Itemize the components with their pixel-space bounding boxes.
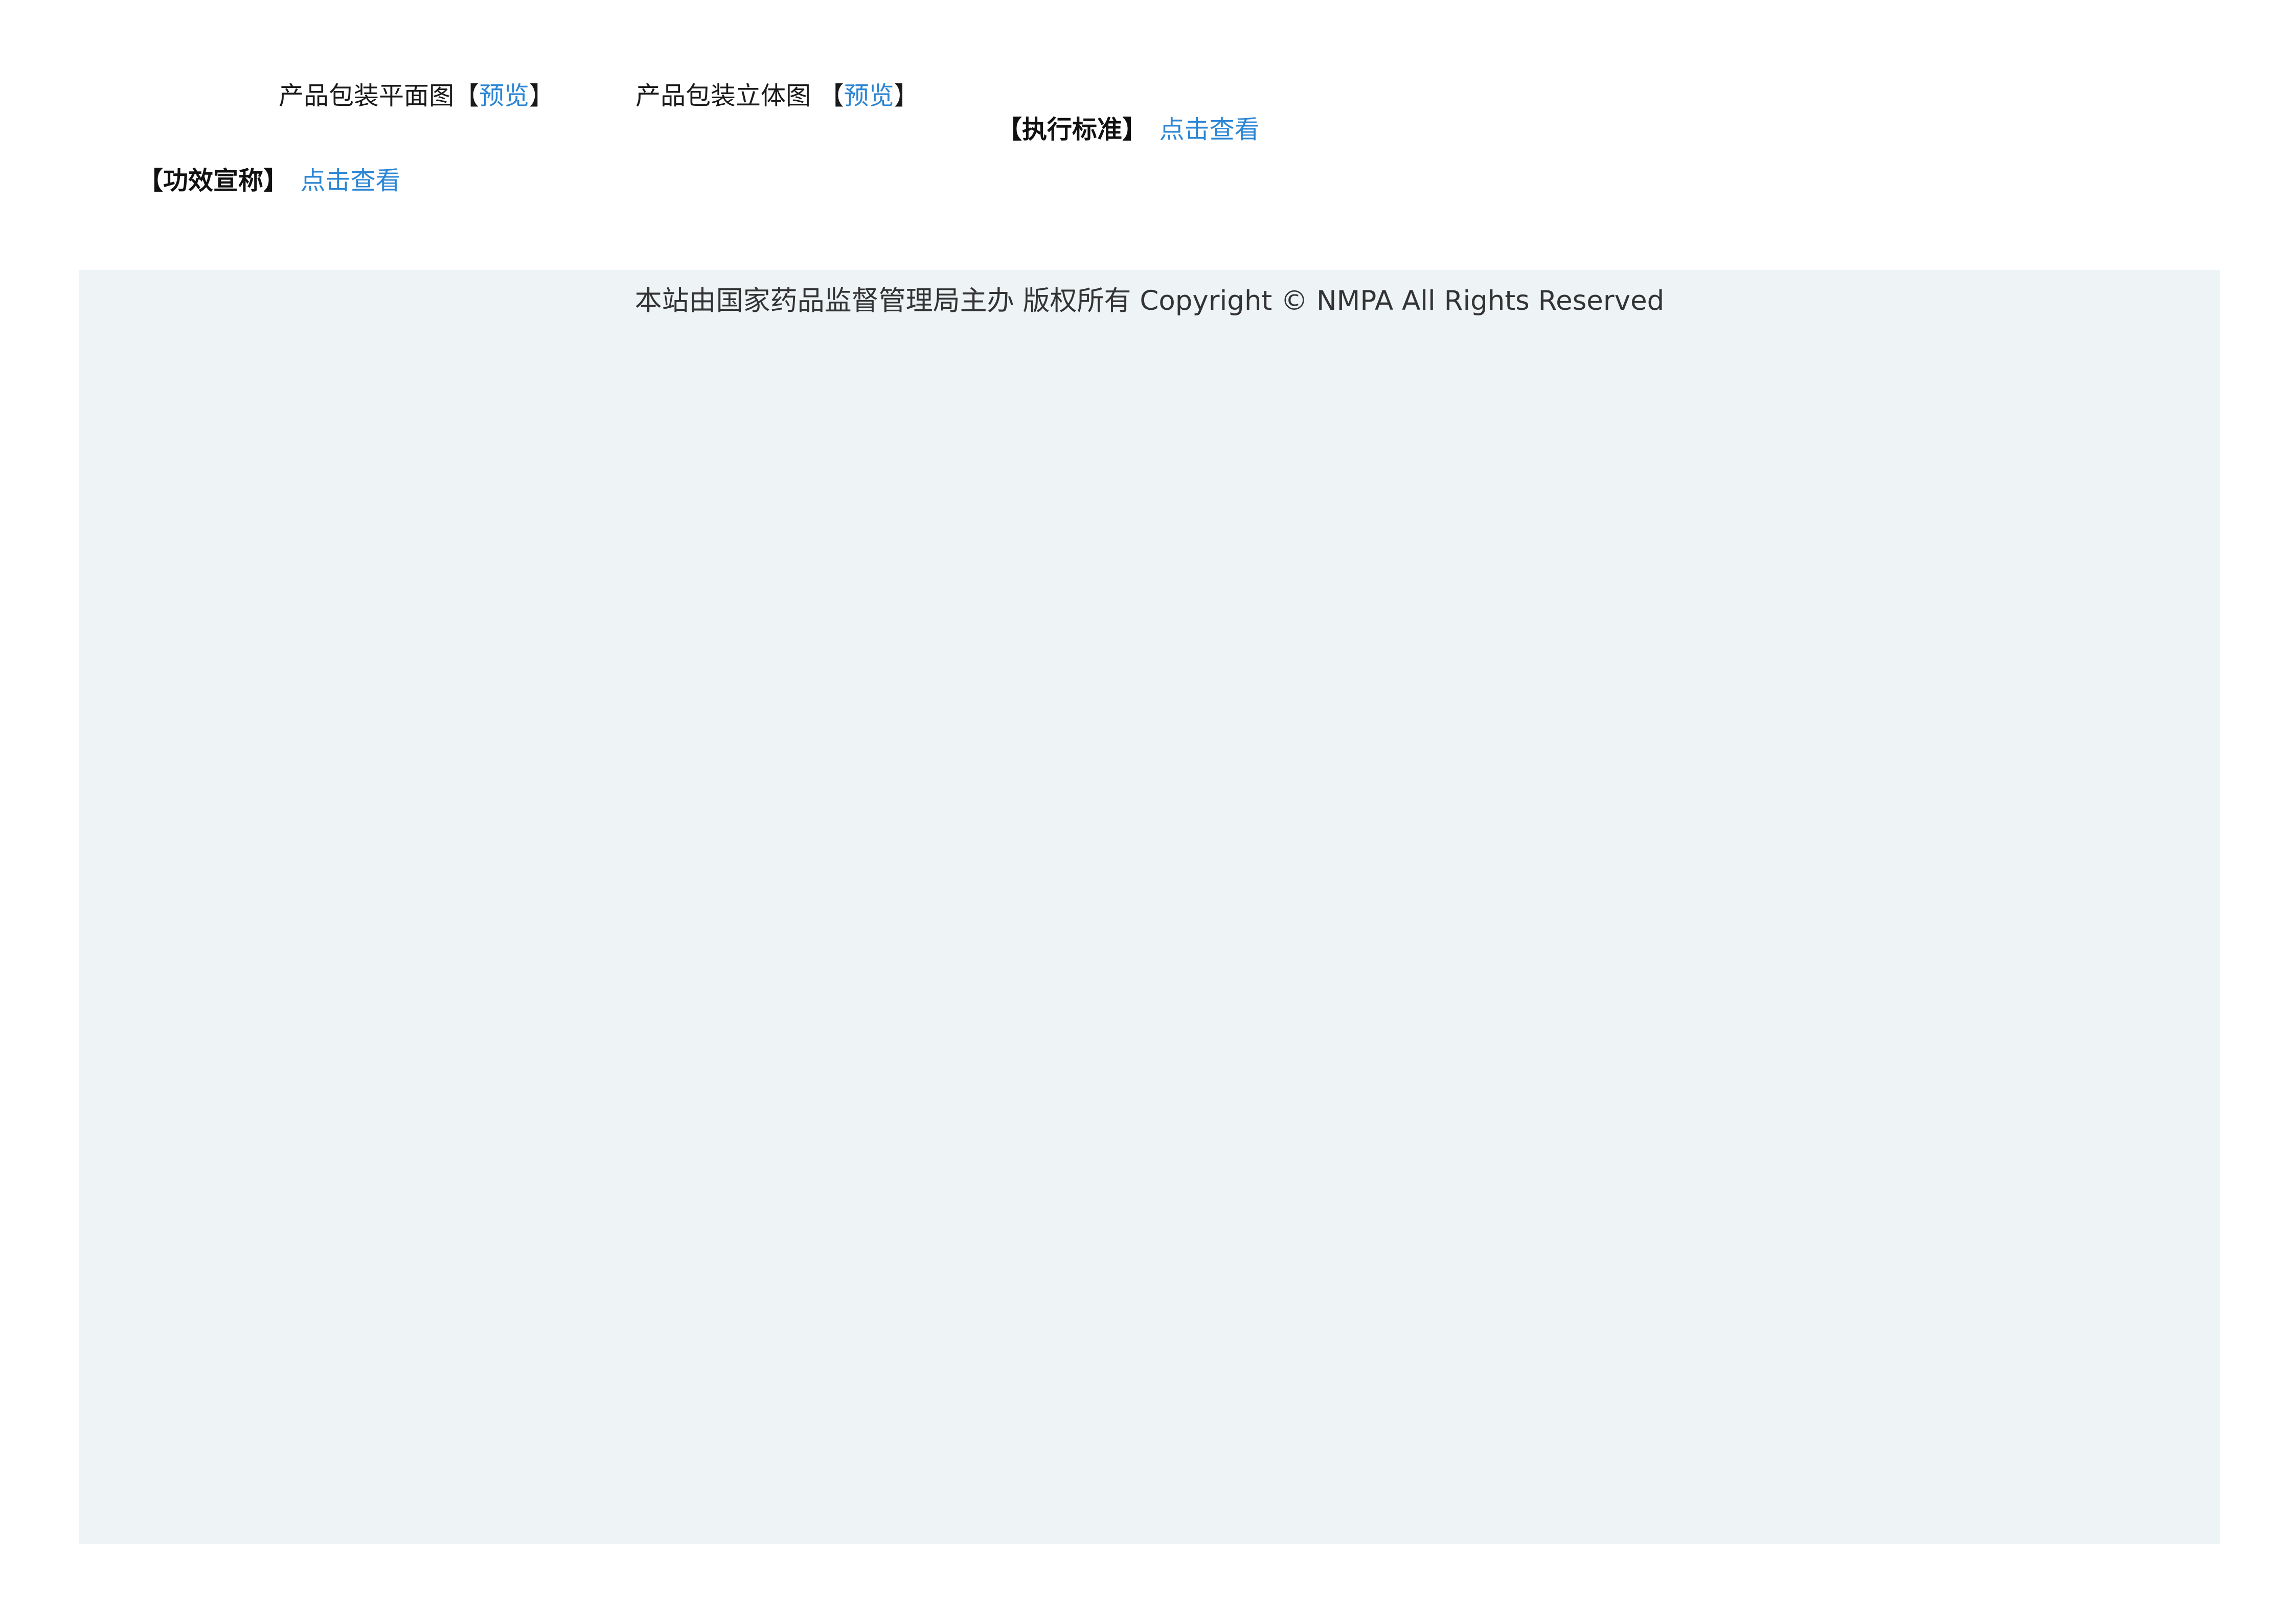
packaging-flat-label: 产品包装平面图 [279,81,454,110]
packaging-flat-preview-link[interactable]: 预览 [479,81,529,110]
bracket-open: 【 [454,81,480,110]
execution-standard-label: 【执行标准】 [997,115,1148,144]
page-footer: 本站由国家药品监督管理局主办 版权所有 Copyright © NMPA All… [79,270,2220,1544]
efficacy-claim-row: 【功效宣称】 点击查看 [138,166,401,195]
execution-standard-row: 【执行标准】 点击查看 [997,115,1260,144]
bracket-close: 】 [529,81,555,110]
bracket-close: 】 [894,81,919,110]
packaging-stereo-label: 产品包装立体图 [635,81,819,110]
efficacy-claim-link[interactable]: 点击查看 [301,166,401,195]
efficacy-claim-label: 【功效宣称】 [138,166,289,195]
packaging-stereo-row: 产品包装立体图 【预览】 [635,81,919,110]
bracket-open: 【 [819,81,844,110]
footer-copyright: 本站由国家药品监督管理局主办 版权所有 Copyright © NMPA All… [634,285,1665,316]
packaging-flat-row: 产品包装平面图【预览】 [279,81,555,110]
packaging-stereo-preview-link[interactable]: 预览 [844,81,894,110]
execution-standard-link[interactable]: 点击查看 [1160,115,1260,144]
